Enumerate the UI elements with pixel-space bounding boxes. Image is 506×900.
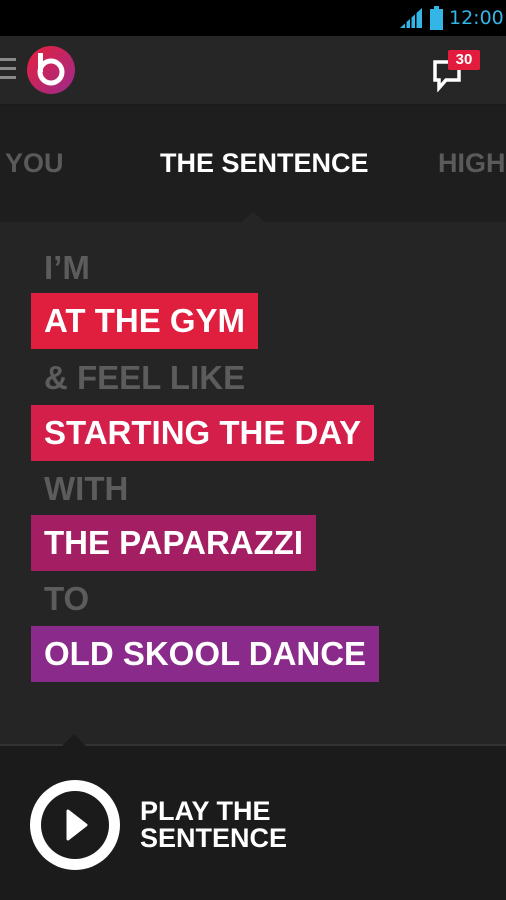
status-bar: 12:00 — [0, 0, 506, 36]
play-bar: PLAY THE SENTENCE — [0, 734, 506, 900]
sentence-connector-im: I’M — [44, 249, 90, 286]
tab-the-sentence[interactable]: THE SENTENCE — [160, 146, 369, 180]
sentence-builder: I’M AT THE GYM & FEEL LIKE STARTING THE … — [0, 222, 506, 744]
signal-icon — [400, 8, 422, 28]
tab-bar: YOU THE SENTENCE HIGH — [0, 106, 506, 222]
sentence-connector-to: TO — [44, 580, 90, 617]
sentence-connector-with: WITH — [44, 470, 129, 507]
notification-count-badge: 30 — [448, 50, 480, 70]
play-label-line2: SENTENCE — [140, 823, 288, 853]
app-bar: 30 — [0, 36, 506, 106]
tab-you[interactable]: YOU — [5, 146, 64, 180]
sentence-chip-activity[interactable]: AT THE GYM — [31, 293, 259, 349]
tab-high[interactable]: HIGH — [438, 146, 506, 180]
play-sentence-button[interactable]: PLAY THE SENTENCE — [140, 798, 360, 852]
active-tab-indicator — [242, 211, 264, 222]
sentence-chip-mood[interactable]: STARTING THE DAY — [31, 405, 375, 461]
notifications-button[interactable]: 30 — [428, 50, 480, 94]
play-label-line1: PLAY THE — [140, 796, 271, 826]
battery-icon — [430, 6, 443, 30]
beats-logo-icon[interactable] — [26, 45, 76, 95]
sentence-chip-genre[interactable]: OLD SKOOL DANCE — [31, 626, 380, 682]
player-notch — [62, 734, 86, 746]
play-icon[interactable] — [30, 780, 120, 870]
menu-icon[interactable] — [0, 58, 16, 80]
sentence-connector-feel-like: & FEEL LIKE — [44, 359, 246, 396]
status-clock: 12:00 — [449, 7, 504, 29]
sentence-chip-company[interactable]: THE PAPARAZZI — [31, 515, 317, 571]
app-screen: 12:00 30 YOU THE SENTENCE HIGH I’M AT TH… — [0, 0, 506, 900]
